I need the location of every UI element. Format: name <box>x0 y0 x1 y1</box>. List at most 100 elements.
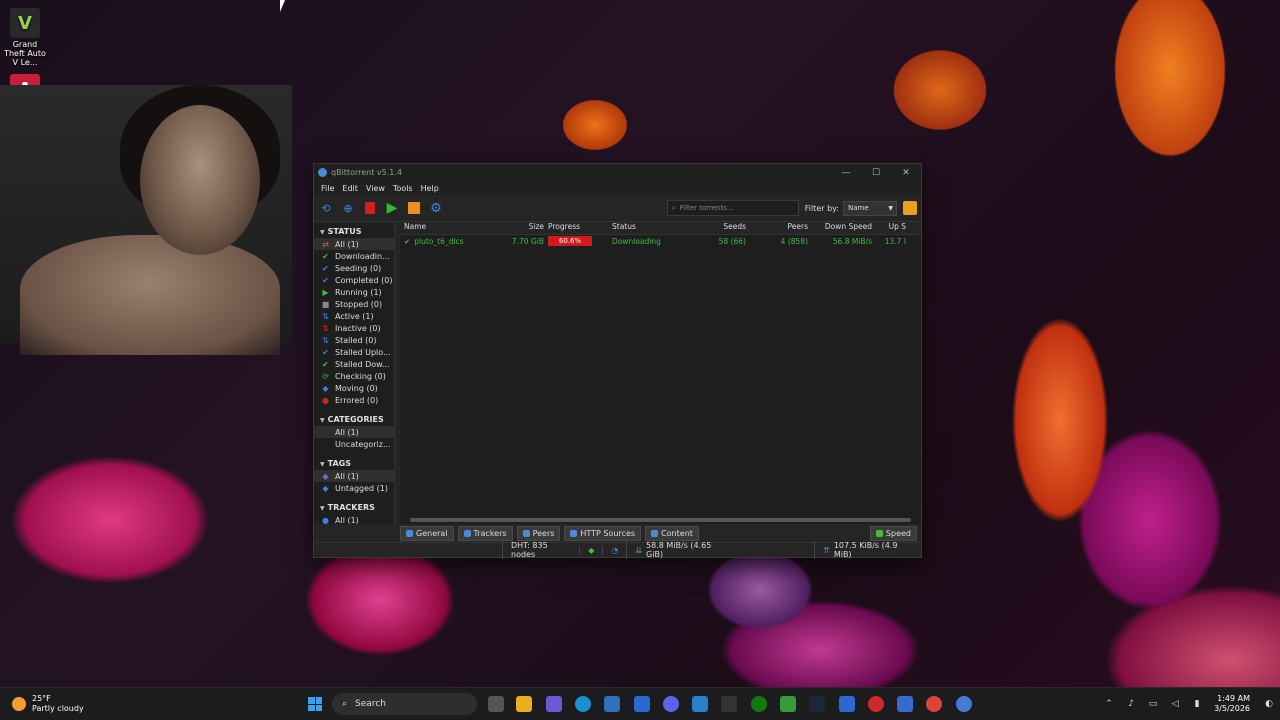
tab-general[interactable]: General <box>400 525 454 541</box>
steam-icon[interactable] <box>809 696 825 712</box>
col-seeds[interactable]: Seeds <box>698 222 746 234</box>
desktop-icon-label: Grand Theft Auto V Le... <box>4 40 46 67</box>
tab-trackers[interactable]: Trackers <box>457 525 513 541</box>
fivem-taskbar-icon[interactable] <box>868 696 884 712</box>
status-filter-item[interactable]: ⇅ Inactive (0) <box>314 322 394 334</box>
status-filter-item[interactable]: ✔ Stalled Uplo... <box>314 346 394 358</box>
edge-icon[interactable] <box>575 696 591 712</box>
status-section-header[interactable]: ▼ STATUS <box>314 224 394 238</box>
col-progress[interactable]: Progress <box>546 222 610 234</box>
chrome-icon[interactable] <box>926 696 942 712</box>
lock-icon[interactable] <box>903 201 917 215</box>
col-size[interactable]: Size <box>504 222 546 234</box>
weather-widget[interactable]: 25°F Partly cloudy <box>12 694 84 714</box>
col-name[interactable]: Name <box>400 222 504 234</box>
xbox-icon[interactable] <box>751 696 767 712</box>
app-icon[interactable] <box>897 696 913 712</box>
stop-icon[interactable] <box>406 200 422 216</box>
app-icon[interactable] <box>839 696 855 712</box>
start-button-icon[interactable] <box>308 697 322 711</box>
status-filter-item[interactable]: ⇅ Active (1) <box>314 310 394 322</box>
photos-icon[interactable] <box>692 696 708 712</box>
tag-filter-item[interactable]: ◆ Untagged (1) <box>314 482 394 494</box>
status-filter-item[interactable]: ✔ Stalled Dow... <box>314 358 394 370</box>
menu-edit[interactable]: Edit <box>338 184 362 193</box>
tab-trackers-label: Trackers <box>473 528 507 538</box>
store-icon[interactable] <box>604 696 620 712</box>
epic-games-icon[interactable] <box>721 696 737 712</box>
clock[interactable]: 1:49 AM 3/5/2026 <box>1214 694 1250 714</box>
close-button[interactable]: ✕ <box>891 168 921 178</box>
delete-torrent-icon[interactable] <box>362 200 378 216</box>
menu-file[interactable]: File <box>317 184 338 193</box>
discord-icon[interactable] <box>663 696 679 712</box>
qbittorrent-taskbar-icon[interactable] <box>956 696 972 712</box>
outlook-icon[interactable] <box>634 696 650 712</box>
status-filter-item[interactable]: ◆ Moving (0) <box>314 382 394 394</box>
minimize-button[interactable]: — <box>831 168 861 178</box>
category-filter-item[interactable]: Uncategoriz... <box>314 438 394 450</box>
minecraft-icon[interactable] <box>780 696 796 712</box>
connection-status-icon[interactable]: ◆ <box>579 545 602 555</box>
tab-http-sources[interactable]: HTTP Sources <box>564 525 642 541</box>
tab-content[interactable]: Content <box>645 525 699 541</box>
volume-icon[interactable]: ◁ <box>1169 698 1181 710</box>
alt-speed-icon[interactable]: ◔ <box>602 545 626 555</box>
tags-section-header[interactable]: ▼ TAGS <box>314 456 394 470</box>
add-torrent-file-icon[interactable]: ⊕ <box>340 200 356 216</box>
resume-icon[interactable]: ▶ <box>384 200 400 216</box>
maximize-button[interactable]: ☐ <box>861 168 891 178</box>
desktop-icon-gta[interactable]: V Grand Theft Auto V Le... <box>2 8 48 67</box>
taskbar-search[interactable]: ⌕ Search <box>332 693 477 715</box>
status-filter-item[interactable]: ■ Stopped (0) <box>314 298 394 310</box>
categories-section-header[interactable]: ▼ CATEGORIES <box>314 412 394 426</box>
network-icon[interactable]: ▭ <box>1147 698 1159 710</box>
copilot-icon[interactable] <box>546 696 562 712</box>
status-filter-item[interactable]: ⇄ All (1) <box>314 238 394 250</box>
add-torrent-link-icon[interactable]: ⟲ <box>318 200 334 216</box>
category-filter-item[interactable]: All (1) <box>314 426 394 438</box>
title-bar[interactable]: qBittorrent v5.1.4 — ☐ ✕ <box>314 164 921 181</box>
status-filter-item-icon: ■ <box>321 299 330 309</box>
table-row[interactable]: ✔ pluto_t6_dlcs 7.70 GiB 60.6% Downloadin… <box>400 235 921 247</box>
upload-speed-status[interactable]: ⇈ 107.5 KiB/s (4.9 MiB) <box>814 541 921 559</box>
col-peers[interactable]: Peers <box>746 222 808 234</box>
options-gear-icon[interactable]: ⚙ <box>428 200 444 216</box>
filter-torrents-input[interactable]: ⌕ Filter torrents... <box>666 200 799 216</box>
status-filter-item[interactable]: ▶ Running (1) <box>314 286 394 298</box>
info-icon <box>406 529 413 537</box>
tracker-filter-item[interactable]: ● All (1) <box>314 514 394 525</box>
notification-bell-icon[interactable]: ◐ <box>1263 698 1275 710</box>
col-down-speed[interactable]: Down Speed <box>808 222 872 234</box>
chevron-up-icon[interactable]: ⌃ <box>1103 698 1115 710</box>
col-status[interactable]: Status <box>610 222 698 234</box>
status-filter-item-icon: ● <box>322 395 329 405</box>
status-filter-item[interactable]: ✔ Seeding (0) <box>314 262 394 274</box>
filter-by-select[interactable]: Name ▼ <box>843 200 897 216</box>
task-view-icon[interactable] <box>488 696 504 712</box>
status-filter-item[interactable]: ● Errored (0) <box>314 394 394 406</box>
tag-filter-item[interactable]: ◆ All (1) <box>314 470 394 482</box>
status-filter-item[interactable]: ✔ Completed (0) <box>314 274 394 286</box>
tracker-icon <box>463 529 471 537</box>
menu-help[interactable]: Help <box>417 184 443 193</box>
status-filter-item[interactable]: ⇅ Stalled (0) <box>314 334 394 346</box>
scrollbar-thumb[interactable] <box>410 518 911 522</box>
trackers-section-title: TRACKERS <box>327 503 375 512</box>
battery-icon[interactable]: ▮ <box>1191 698 1203 710</box>
horizontal-scrollbar[interactable] <box>400 516 921 524</box>
menu-tools[interactable]: Tools <box>389 184 417 193</box>
status-filter-item[interactable]: ⟳ Checking (0) <box>314 370 394 382</box>
tab-peers[interactable]: Peers <box>516 525 561 541</box>
microphone-icon[interactable]: ♪ <box>1125 698 1137 710</box>
col-up-speed[interactable]: Up S <box>872 222 906 234</box>
status-filter-item[interactable]: ✔ Downloadin... <box>314 250 394 262</box>
torrent-up-speed: 13.7 I <box>884 236 906 246</box>
download-arrow-icon: ⇊ <box>635 545 643 555</box>
tab-speed[interactable]: Speed <box>869 525 917 541</box>
download-speed-status[interactable]: ⇊ 58.8 MiB/s (4.65 GiB) <box>626 541 734 559</box>
menu-view[interactable]: View <box>362 184 389 193</box>
file-explorer-icon[interactable] <box>516 696 532 712</box>
status-filter-item-label: All (1) <box>335 239 359 249</box>
trackers-section-header[interactable]: ▼ TRACKERS <box>314 500 394 514</box>
